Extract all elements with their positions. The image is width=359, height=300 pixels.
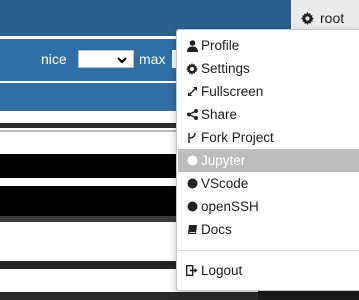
menu-item-logout[interactable]: Logout (178, 259, 359, 282)
fork-icon (186, 132, 198, 144)
nice-select[interactable] (78, 50, 134, 68)
menu-item-docs[interactable]: Docs (178, 218, 359, 241)
max-label: max (139, 51, 166, 67)
menu-item-label: Fork Project (201, 130, 274, 145)
menu-item-vscode[interactable]: VScode (178, 172, 359, 195)
menu-item-fullscreen[interactable]: Fullscreen (178, 80, 359, 103)
gear-icon (301, 11, 314, 25)
expand-icon (186, 86, 198, 98)
circle-icon (186, 201, 198, 213)
gear-icon (186, 62, 198, 75)
menu-item-label: Profile (201, 38, 240, 53)
menu-item-jupyter[interactable]: Jupyter (178, 149, 359, 172)
menu-divider (178, 250, 359, 251)
user-name: root (320, 10, 345, 26)
menu-item-label: openSSH (201, 199, 259, 214)
book-icon (186, 224, 198, 236)
menu-item-openssh[interactable]: openSSH (178, 195, 359, 218)
menu-item-label: Share (201, 107, 238, 122)
nice-label: nice (41, 51, 67, 67)
menu-item-label: Docs (201, 222, 232, 237)
circle-icon (186, 155, 198, 167)
menu-item-label: Settings (201, 61, 250, 76)
circle-icon (186, 178, 198, 190)
menu-item-fork-project[interactable]: Fork Project (178, 126, 359, 149)
user-dropdown-menu: Profile Settings Fullscreen Share Fork P… (176, 29, 359, 291)
menu-item-settings[interactable]: Settings (178, 57, 359, 80)
chevron-down-icon (117, 52, 127, 67)
sign-out-icon (186, 265, 198, 277)
menu-item-label: Jupyter (201, 153, 246, 168)
menu-item-profile[interactable]: Profile (178, 34, 359, 57)
menu-item-label: VScode (201, 176, 249, 191)
menu-item-label: Fullscreen (201, 84, 264, 99)
user-icon (186, 39, 198, 52)
menu-item-share[interactable]: Share (178, 103, 359, 126)
share-icon (186, 109, 198, 121)
menu-item-label: Logout (201, 263, 243, 278)
